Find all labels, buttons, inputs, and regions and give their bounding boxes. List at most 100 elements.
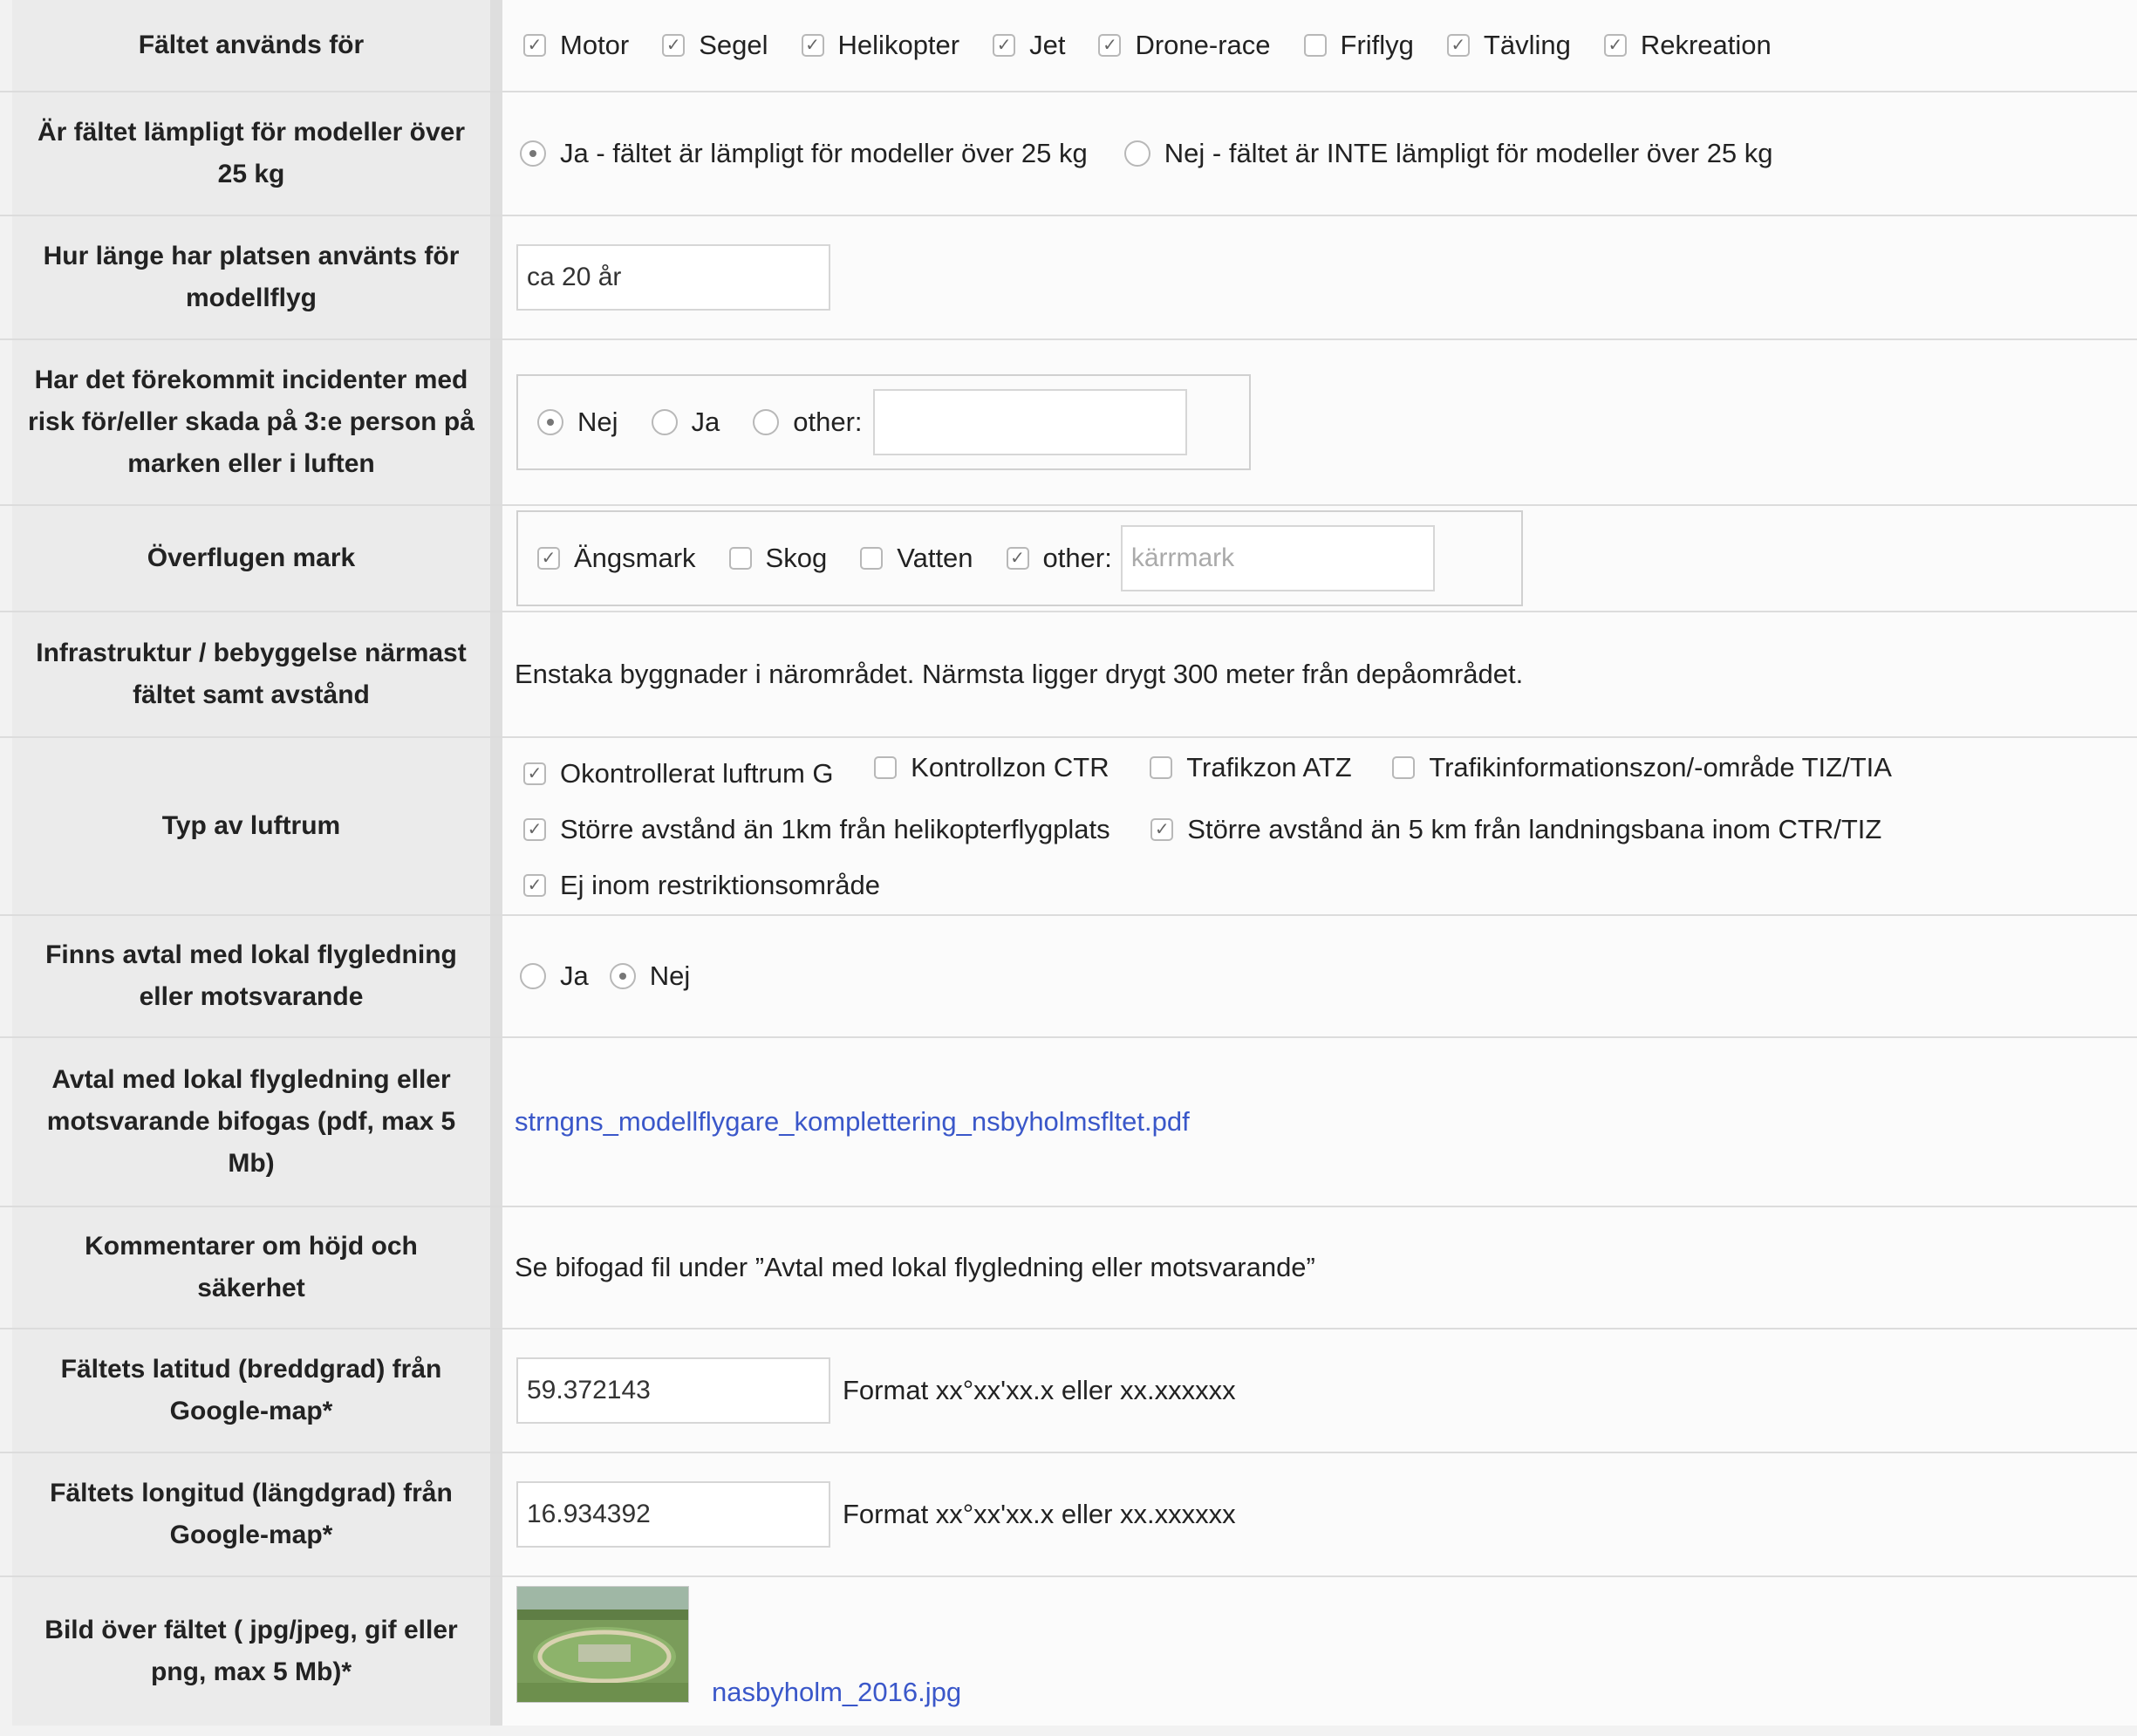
row-ground: Överflugen mark ✓ Ängsmark Skog Vatten ✓ o… (0, 506, 2137, 612)
checkbox-unchecked-icon (1303, 34, 1327, 57)
radio-over25-no[interactable]: Nej - fältet är INTE lämpligt för modell… (1123, 138, 1773, 169)
checkbox-ground-other[interactable]: ✓ other: (1006, 543, 1112, 574)
radio-unselected-icon (651, 409, 678, 435)
latitude-format-hint: Format xx°xx'xx.x eller xx.xxxxxx (843, 1375, 1236, 1405)
checkbox-no-restriction-area[interactable]: ✓ Ej inom restriktionsområde (523, 870, 880, 901)
longitude-input[interactable]: 16.934392 (516, 1481, 830, 1548)
usage-options: ✓ Motor ✓ Segel ✓ Helikopter ✓ Jet ✓ Drone-ra… (502, 0, 2137, 91)
row-label: Har det förekommit incidenter med risk f… (12, 340, 490, 504)
field-photo-link[interactable]: nasbyholm_2016.jpg (712, 1677, 961, 1708)
row-label: Överflugen mark (12, 506, 490, 611)
checkbox-unchecked-icon (1392, 755, 1416, 779)
row-label: Kommentarer om höjd och säkerhet (12, 1207, 490, 1328)
agreement-file-link[interactable]: strngns_modellflygare_komplettering_nsby… (515, 1106, 1190, 1138)
longitude-format-hint: Format xx°xx'xx.x eller xx.xxxxxx (843, 1499, 1236, 1529)
row-label: Hur länge har platsen använts för modell… (12, 216, 490, 338)
checkbox-runway-distance[interactable]: ✓ Större avstånd än 5 km från landningsba… (1150, 814, 1881, 845)
checkbox-tiz-tia[interactable]: Trafikinformationszon/-område TIZ/TIA (1392, 752, 1892, 783)
checkbox-ctr[interactable]: Kontrollzon CTR (874, 752, 1109, 783)
latitude-cell: 59.372143 Format xx°xx'xx.x eller xx.xxx… (502, 1329, 2137, 1452)
ground-fieldset: ✓ Ängsmark Skog Vatten ✓ other: kärrmark (516, 510, 1523, 606)
checkbox-checked-icon: ✓ (523, 873, 546, 897)
ground-cell: ✓ Ängsmark Skog Vatten ✓ other: kärrmark (502, 506, 2137, 611)
checkbox-checked-icon: ✓ (523, 817, 546, 841)
checkbox-atz[interactable]: Trafikzon ATZ (1150, 752, 1352, 783)
incidents-cell: Nej Ja other: (502, 340, 2137, 504)
checkbox-skog[interactable]: Skog (728, 543, 827, 574)
ground-other-input[interactable]: kärrmark (1120, 525, 1435, 591)
row-label: Fältets longitud (längdgrad) från Google… (12, 1453, 490, 1575)
checkbox-checked-icon: ✓ (523, 762, 546, 785)
checkbox-unchecked-icon (728, 547, 752, 570)
image-cell: nasbyholm_2016.jpg (502, 1577, 2137, 1726)
checkbox-motor[interactable]: ✓ Motor (523, 30, 629, 61)
over-25kg-options: Ja - fältet är lämpligt för modeller öve… (502, 92, 2137, 215)
radio-incidents-no[interactable]: Nej (537, 407, 618, 438)
checkbox-unchecked-icon (874, 755, 898, 779)
checkbox-checked-icon: ✓ (1098, 34, 1122, 57)
radio-unselected-icon (753, 409, 780, 435)
radio-unselected-icon (1123, 140, 1150, 167)
checkbox-vatten[interactable]: Vatten (860, 543, 973, 574)
checkbox-unchecked-icon (860, 547, 884, 570)
radio-agreement-no[interactable]: Nej (609, 960, 690, 992)
radio-agreement-yes[interactable]: Ja (520, 960, 589, 992)
checkbox-checked-icon: ✓ (523, 34, 546, 57)
row-usage: Fältet används för ✓ Motor ✓ Segel ✓ Heliko… (0, 0, 2137, 92)
airspace-options: ✓ Okontrollerat luftrum G Kontrollzon CTR… (502, 738, 2137, 914)
infrastructure-text: Enstaka byggnader i närområdet. Närmsta … (502, 612, 2137, 736)
agreement-options: Ja Nej (502, 916, 2137, 1036)
row-label: Är fältet lämpligt för modeller över 25 … (12, 92, 490, 215)
row-label: Typ av luftrum (12, 738, 490, 914)
incidents-other-input[interactable] (872, 389, 1187, 455)
checkbox-heli-distance[interactable]: ✓ Större avstånd än 1km från helikopterfl… (523, 814, 1110, 845)
checkbox-jet[interactable]: ✓ Jet (993, 30, 1065, 61)
row-label: Infrastruktur / bebyggelse närmast fälte… (12, 612, 490, 736)
checkbox-segel[interactable]: ✓ Segel (662, 30, 768, 61)
checkbox-checked-icon: ✓ (1603, 34, 1627, 57)
radio-selected-icon (537, 409, 563, 435)
checkbox-angsmark[interactable]: ✓ Ängsmark (537, 543, 696, 574)
radio-incidents-yes[interactable]: Ja (651, 407, 720, 438)
latitude-input[interactable]: 59.372143 (516, 1357, 830, 1424)
row-label: Fältets latitud (breddgrad) från Google-… (12, 1329, 490, 1452)
field-form: Fältet används för ✓ Motor ✓ Segel ✓ Heliko… (0, 0, 2137, 1726)
row-incidents: Har det förekommit incidenter med risk f… (0, 340, 2137, 506)
checkbox-friflyg[interactable]: Friflyg (1303, 30, 1414, 61)
radio-unselected-icon (520, 963, 546, 989)
row-over-25kg: Är fältet lämpligt för modeller över 25 … (0, 92, 2137, 216)
row-agreement-file: Avtal med lokal flygledning eller motsva… (0, 1038, 2137, 1207)
row-label: Avtal med lokal flygledning eller motsva… (12, 1038, 490, 1206)
row-label: Bild över fältet ( jpg/jpeg, gif eller p… (12, 1577, 490, 1726)
duration-input[interactable]: ca 20 år (516, 244, 830, 311)
row-airspace: Typ av luftrum ✓ Okontrollerat luftrum G … (0, 738, 2137, 916)
agreement-file-cell: strngns_modellflygare_komplettering_nsby… (502, 1038, 2137, 1206)
checkbox-checked-icon: ✓ (993, 34, 1016, 57)
checkbox-helikopter[interactable]: ✓ Helikopter (801, 30, 959, 61)
row-duration: Hur länge har platsen använts för modell… (0, 216, 2137, 340)
row-comments: Kommentarer om höjd och säkerhet Se bifo… (0, 1207, 2137, 1329)
field-photo-thumbnail[interactable] (516, 1586, 689, 1703)
radio-selected-icon (609, 963, 636, 989)
longitude-cell: 16.934392 Format xx°xx'xx.x eller xx.xxx… (502, 1453, 2137, 1575)
incidents-fieldset: Nej Ja other: (516, 374, 1251, 470)
row-label: Fältet används för (12, 0, 490, 91)
checkbox-uncontrolled-g[interactable]: ✓ Okontrollerat luftrum G (523, 758, 834, 789)
checkbox-checked-icon: ✓ (537, 547, 560, 570)
checkbox-unchecked-icon (1150, 755, 1173, 779)
checkbox-rekreation[interactable]: ✓ Rekreation (1603, 30, 1772, 61)
row-longitude: Fältets longitud (längdgrad) från Google… (0, 1453, 2137, 1577)
radio-incidents-other[interactable]: other: (753, 407, 863, 438)
checkbox-checked-icon: ✓ (1446, 34, 1470, 57)
checkbox-tavling[interactable]: ✓ Tävling (1446, 30, 1571, 61)
checkbox-drone-race[interactable]: ✓ Drone-race (1098, 30, 1271, 61)
comments-text: Se bifogad fil under ”Avtal med lokal fl… (502, 1207, 2137, 1328)
row-image: Bild över fältet ( jpg/jpeg, gif eller p… (0, 1577, 2137, 1726)
checkbox-checked-icon: ✓ (1150, 817, 1174, 841)
radio-over25-yes[interactable]: Ja - fältet är lämpligt för modeller öve… (520, 138, 1088, 169)
checkbox-checked-icon: ✓ (662, 34, 686, 57)
radio-selected-icon (520, 140, 546, 167)
row-label: Finns avtal med lokal flygledning eller … (12, 916, 490, 1036)
row-latitude: Fältets latitud (breddgrad) från Google-… (0, 1329, 2137, 1453)
row-agreement: Finns avtal med lokal flygledning eller … (0, 916, 2137, 1038)
